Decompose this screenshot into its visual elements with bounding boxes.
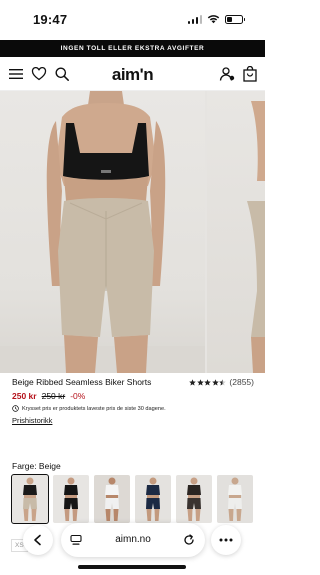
color-swatch[interactable]	[53, 475, 89, 523]
star-icon	[189, 378, 197, 386]
battery-icon	[225, 14, 245, 24]
product-rating[interactable]: (2855)	[189, 377, 254, 387]
cellular-signal-icon	[187, 14, 202, 24]
swatch-model-image	[105, 477, 119, 521]
promo-banner: INGEN TOLL ELLER EKSTRA AVGIFTER	[0, 40, 265, 57]
color-label: Farge: Beige	[12, 461, 61, 471]
color-swatches	[11, 474, 253, 524]
swatch-model-image	[228, 477, 242, 521]
price-note-text: Krysset pris er produktets laveste pris …	[22, 405, 166, 412]
product-image-next[interactable]	[207, 91, 265, 373]
chevron-left-icon	[34, 534, 41, 546]
star-icon	[204, 378, 212, 386]
site-header: aim'n	[0, 57, 265, 91]
address-bar[interactable]: aimn.no	[61, 523, 205, 557]
product-gallery[interactable]	[0, 91, 265, 373]
color-swatch[interactable]	[94, 475, 130, 523]
discount-percent: -0%	[70, 391, 86, 401]
battery-level	[227, 16, 232, 22]
model-side-view-image	[247, 101, 265, 373]
star-icon	[212, 378, 219, 386]
back-button[interactable]	[23, 525, 53, 555]
color-swatch[interactable]	[217, 475, 253, 523]
star-icon	[219, 378, 227, 386]
home-indicator	[78, 565, 186, 569]
color-swatch[interactable]	[176, 475, 212, 523]
cart-icon[interactable]	[242, 66, 258, 82]
clock-icon	[12, 405, 19, 412]
swatch-model-image	[146, 477, 160, 521]
current-price: 250 kr	[12, 391, 37, 401]
status-icons	[187, 14, 245, 24]
product-title: Beige Ribbed Seamless Biker Shorts	[12, 377, 152, 387]
star-icon	[197, 378, 204, 386]
color-swatch[interactable]	[11, 474, 49, 524]
swatch-model-image	[23, 477, 37, 521]
color-swatch[interactable]	[135, 475, 171, 523]
more-button[interactable]	[211, 525, 241, 555]
swatch-model-image	[187, 477, 201, 521]
more-dots-icon	[219, 538, 233, 542]
price-row: 250 kr 250 kr -0%	[12, 391, 85, 401]
account-icon[interactable]	[219, 66, 235, 82]
reload-icon[interactable]	[183, 534, 195, 546]
wifi-icon	[207, 15, 220, 24]
status-time: 19:47	[33, 12, 68, 27]
swatch-model-image	[64, 477, 78, 521]
status-bar: 19:47	[0, 0, 265, 40]
price-history-link[interactable]: Prishistorikk	[12, 416, 52, 425]
review-count: (2855)	[229, 377, 254, 387]
price-note: Krysset pris er produktets laveste pris …	[12, 405, 166, 412]
product-image-main[interactable]	[0, 91, 205, 373]
model-back-view-image	[0, 91, 205, 373]
original-price: 250 kr	[41, 391, 66, 401]
rating-stars	[189, 378, 227, 386]
